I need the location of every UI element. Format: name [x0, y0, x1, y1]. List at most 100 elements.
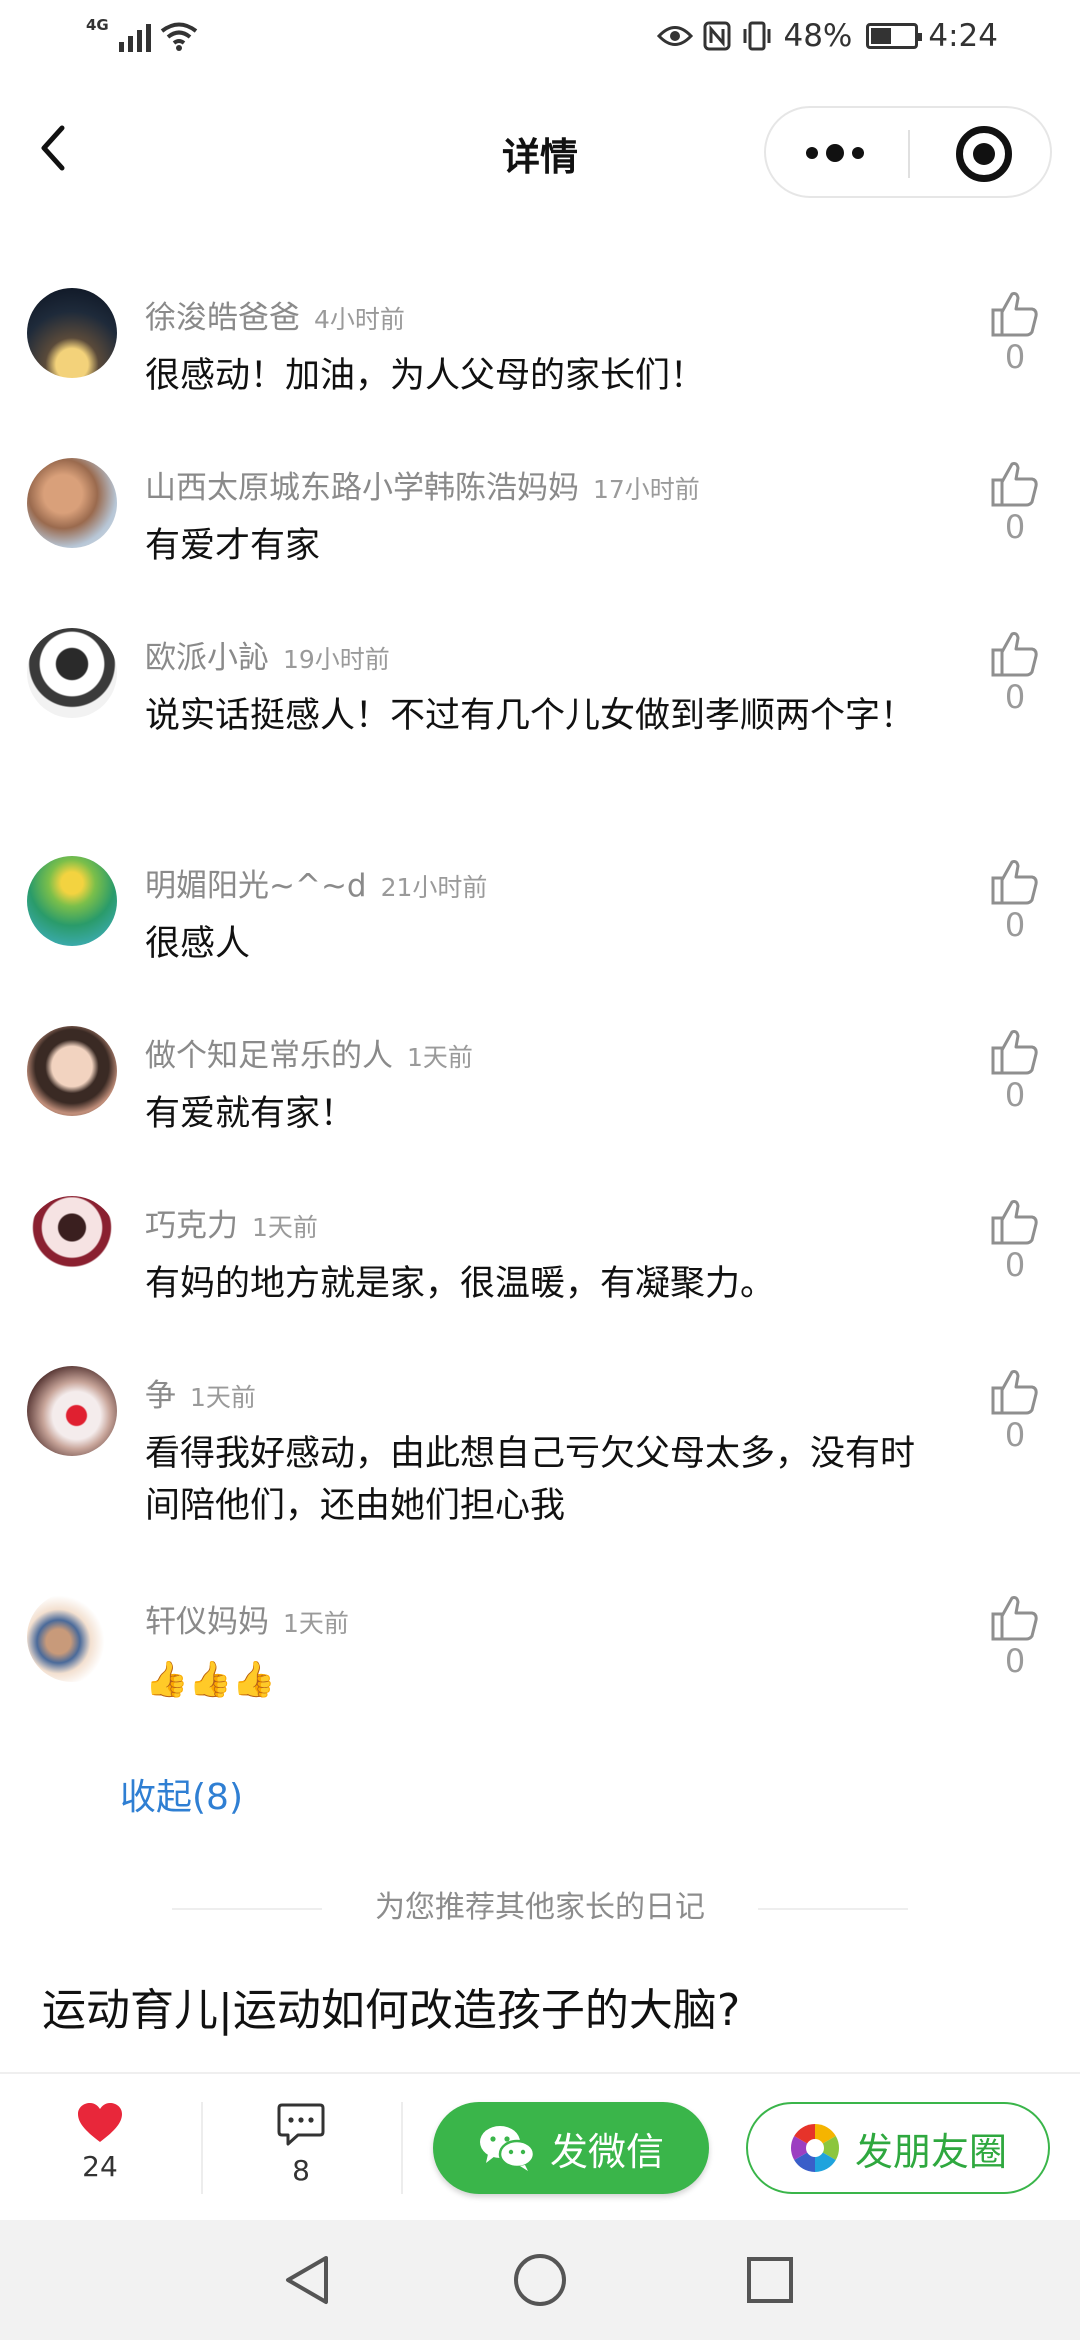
system-recents-button[interactable]	[740, 2250, 800, 2310]
comment-item: 做个知足常乐的人 1天前 有爱就有家！ 0	[0, 1026, 1080, 1176]
like-count: 0	[1004, 1076, 1026, 1114]
bottom-action-bar: 24 8 发微信 发朋友圈	[0, 2072, 1080, 2220]
comment-time: 1天前	[190, 1383, 256, 1412]
share-moments-label: 发朋友圈	[854, 2129, 1007, 2174]
battery-percent: 48%	[783, 18, 853, 54]
comment-time: 1天前	[252, 1213, 318, 1242]
comment-meta: 徐浚皓爸爸 4小时前	[145, 292, 405, 337]
comment-meta: 明媚阳光~^~d 21小时前	[145, 860, 487, 905]
wechat-icon	[479, 2126, 536, 2171]
avatar[interactable]	[27, 288, 117, 378]
comment-meta: 欧派小訫 19小时前	[145, 632, 390, 677]
system-home-button[interactable]	[510, 2250, 570, 2310]
moments-aperture-icon	[790, 2124, 839, 2172]
system-back-button[interactable]	[278, 2250, 338, 2310]
signal-icon	[118, 20, 151, 52]
status-bar: 4G 48% 4:24	[0, 0, 1080, 80]
like-count: 0	[1004, 1642, 1026, 1680]
heart-icon	[78, 2103, 122, 2142]
like-count: 0	[1004, 338, 1026, 376]
comment-time: 19小时前	[283, 645, 390, 674]
bottom-divider	[401, 2102, 403, 2194]
comment-text: 看得我好感动，由此想自己亏欠父母太多，没有时间陪他们，还由她们担心我	[145, 1434, 916, 1526]
eye-icon	[657, 26, 694, 46]
comment-like-button[interactable]: 0	[985, 1028, 1045, 1114]
comment-time: 1天前	[283, 1609, 349, 1638]
comment-meta: 做个知足常乐的人 1天前	[145, 1030, 473, 1075]
mini-program-capsule	[764, 106, 1052, 198]
thumbs-up-icon	[991, 292, 1038, 337]
send-wechat-button[interactable]: 发微信	[433, 2102, 709, 2194]
thumbs-up-icon	[991, 1030, 1038, 1075]
recommended-article-title[interactable]: 运动育儿|运动如何改造孩子的大脑?	[42, 1974, 740, 2038]
system-navigation-bar	[0, 2220, 1080, 2340]
target-close-icon[interactable]	[956, 126, 1012, 182]
comment-text: 很感人	[145, 924, 251, 964]
share-moments-button[interactable]: 发朋友圈	[746, 2102, 1050, 2194]
comment-item: 徐浚皓爸爸 4小时前 很感动！加油，为人父母的家长们！ 0	[0, 288, 1080, 438]
comment-text: 说实话挺感人！不过有几个儿女做到孝顺两个字！	[145, 696, 916, 736]
commenter-name[interactable]: 巧克力	[145, 1200, 238, 1245]
comment-item: 欧派小訫 19小时前说实话挺感人！不过有几个儿女做到孝顺两个字！ 0	[0, 628, 1080, 778]
avatar[interactable]	[27, 458, 117, 548]
avatar[interactable]	[27, 856, 117, 946]
comment-item: 争 1天前看得我好感动，由此想自己亏欠父母太多，没有时间陪他们，还由她们担心我 0	[0, 1366, 1080, 1526]
comment-like-button[interactable]: 0	[985, 1198, 1045, 1284]
like-count: 24	[82, 2150, 118, 2183]
thumbs-up-icon	[991, 1596, 1038, 1641]
thumbs-up-icon	[991, 1370, 1038, 1415]
comment-item: 轩仪妈妈 1天前 👍👍👍 0	[0, 1592, 1080, 1742]
comment-like-button[interactable]: 0	[985, 290, 1045, 376]
battery-icon	[866, 23, 923, 49]
commenter-name[interactable]: 欧派小訫	[145, 632, 269, 677]
commenter-name[interactable]: 明媚阳光~^~d	[145, 860, 367, 905]
avatar[interactable]	[27, 1366, 117, 1456]
back-triangle-icon	[286, 2256, 328, 2304]
bottom-divider	[201, 2102, 203, 2194]
comment-like-button[interactable]: 0	[985, 460, 1045, 546]
thumbs-up-icon	[991, 632, 1038, 677]
commenter-name[interactable]: 轩仪妈妈	[145, 1596, 269, 1641]
more-dots-icon[interactable]	[806, 144, 864, 162]
avatar[interactable]	[27, 628, 117, 718]
avatar[interactable]	[27, 1196, 117, 1286]
like-count: 0	[1004, 1246, 1026, 1284]
comment-time: 1天前	[407, 1043, 473, 1072]
comment-button[interactable]: 8	[251, 2102, 351, 2187]
comment-item: 巧克力 1天前有妈的地方就是家，很温暖，有凝聚力。 0	[0, 1196, 1080, 1346]
comment-meta: 巧克力 1天前	[145, 1200, 318, 1245]
comment-like-button[interactable]: 0	[985, 858, 1045, 944]
commenter-name[interactable]: 做个知足常乐的人	[145, 1030, 393, 1075]
avatar[interactable]	[27, 1026, 117, 1116]
like-count: 0	[1004, 678, 1026, 716]
comment-time: 4小时前	[314, 305, 405, 334]
recommend-label: 为您推荐其他家长的日记	[375, 1890, 705, 1925]
status-right: 48% 4:24	[657, 18, 998, 54]
nav-bar: 详情	[0, 90, 1080, 212]
comment-like-button[interactable]: 0	[985, 1368, 1045, 1454]
wifi-icon	[160, 22, 197, 51]
comment-like-button[interactable]: 0	[985, 630, 1045, 716]
like-button[interactable]: 24	[50, 2102, 150, 2183]
thumbs-up-icon	[991, 860, 1038, 905]
thumbs-up-icon	[991, 1200, 1038, 1245]
thumbs-up-icon	[991, 462, 1038, 507]
comment-like-button[interactable]: 0	[985, 1594, 1045, 1680]
commenter-name[interactable]: 山西太原城东路小学韩陈浩妈妈	[145, 462, 579, 507]
clock: 4:24	[928, 18, 998, 54]
comment-meta: 轩仪妈妈 1天前	[145, 1596, 349, 1641]
nfc-icon	[703, 21, 731, 51]
collapse-comments-link[interactable]: 收起(8)	[120, 1768, 243, 1820]
commenter-name[interactable]: 争	[145, 1370, 176, 1415]
comment-meta: 山西太原城东路小学韩陈浩妈妈 17小时前	[145, 462, 700, 507]
comment-text: 有妈的地方就是家，很温暖，有凝聚力。	[145, 1264, 776, 1304]
avatar[interactable]	[27, 1592, 117, 1682]
commenter-name[interactable]: 徐浚皓爸爸	[145, 292, 300, 337]
recents-square-icon	[747, 2257, 793, 2303]
like-count: 0	[1004, 508, 1026, 546]
capsule-divider	[908, 130, 910, 178]
like-count: 0	[1004, 1416, 1026, 1454]
send-wechat-label: 发微信	[549, 2129, 664, 2174]
comment-count: 8	[292, 2154, 310, 2187]
comment-bubble-icon	[277, 2103, 325, 2146]
